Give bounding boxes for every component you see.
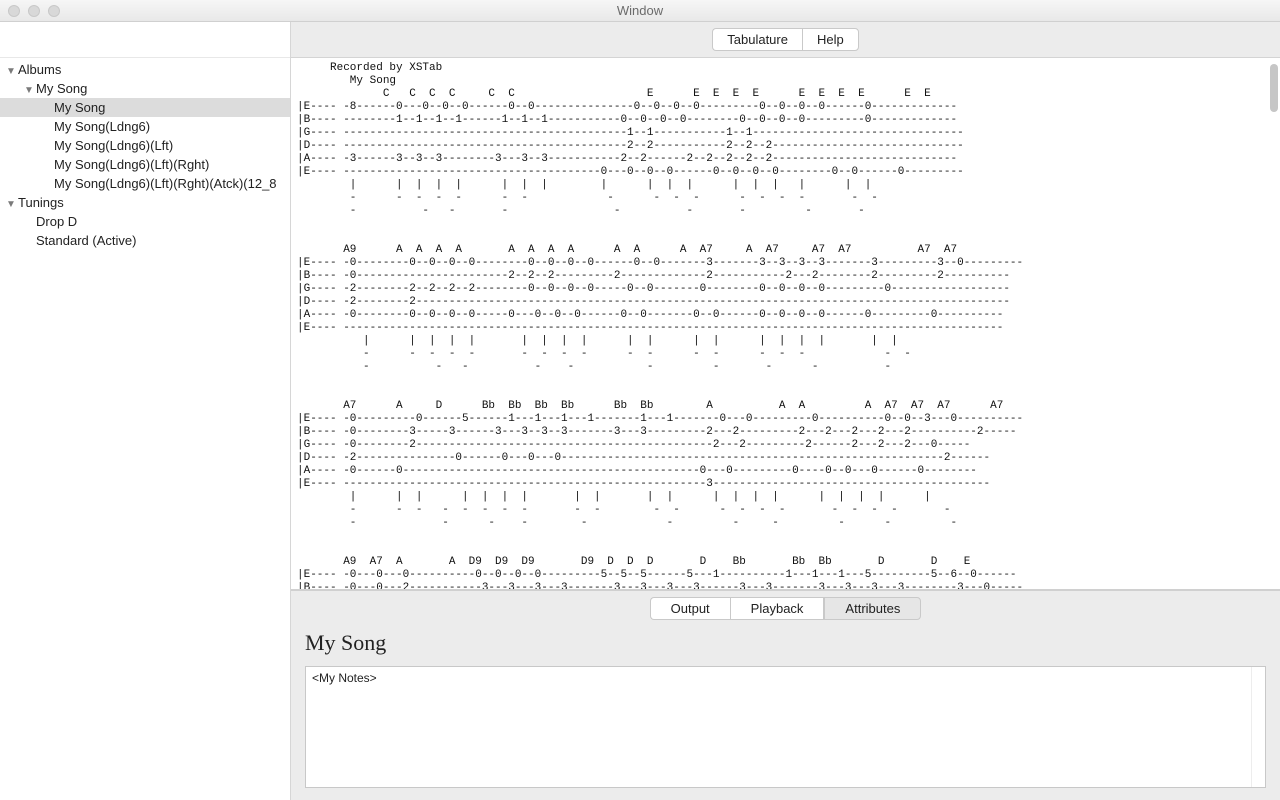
tree-row[interactable]: Drop D <box>0 212 290 231</box>
tree-row-label: My Song(Ldng6)(Lft)(Rght)(Atck)(12_8 <box>54 176 277 191</box>
window-title: Window <box>0 3 1280 18</box>
notes-text: <My Notes> <box>312 671 377 685</box>
tree-row-label: My Song(Ldng6)(Lft) <box>54 138 173 153</box>
tree-row[interactable]: My Song(Ldng6)(Lft) <box>0 136 290 155</box>
minimize-icon[interactable] <box>28 5 40 17</box>
tree-row[interactable]: My Song(Ldng6)(Lft)(Rght) <box>0 155 290 174</box>
tree-row-label: My Song(Ldng6)(Lft)(Rght) <box>54 157 209 172</box>
disclosure-triangle-icon[interactable]: ▼ <box>24 81 34 98</box>
tab-output[interactable]: Output <box>650 597 730 620</box>
song-title: My Song <box>305 630 1266 656</box>
tab-text: Recorded by XSTab My Song C C C C C C E … <box>291 58 1280 590</box>
bottom-panel: Output Playback Attributes My Song <My N… <box>291 590 1280 800</box>
bottom-segmented-control[interactable]: Output Playback Attributes <box>650 597 922 620</box>
disclosure-triangle-icon[interactable]: ▼ <box>6 195 16 212</box>
zoom-icon[interactable] <box>48 5 60 17</box>
tree-row-label: My Song <box>36 81 87 96</box>
source-list[interactable]: ▼Albums▼My Song My Song My Song(Ldng6) M… <box>0 58 290 250</box>
tree-row[interactable]: Standard (Active) <box>0 231 290 250</box>
scrollbar-thumb[interactable] <box>1270 64 1278 112</box>
tree-row-label: Standard (Active) <box>36 233 136 248</box>
tree-row[interactable]: My Song(Ldng6)(Lft)(Rght)(Atck)(12_8 <box>0 174 290 193</box>
top-segmented-control[interactable]: Tabulature Help <box>712 28 858 51</box>
tabulature-view[interactable]: Recorded by XSTab My Song C C C C C C E … <box>291 58 1280 590</box>
tab-playback[interactable]: Playback <box>730 597 825 620</box>
tree-row-label: Albums <box>18 62 61 77</box>
tab-help[interactable]: Help <box>802 28 859 51</box>
close-icon[interactable] <box>8 5 20 17</box>
main-panel: Tabulature Help Recorded by XSTab My Son… <box>291 22 1280 800</box>
notes-scrollbar[interactable] <box>1251 667 1265 787</box>
tree-row[interactable]: My Song <box>0 98 290 117</box>
tree-row[interactable]: My Song(Ldng6) <box>0 117 290 136</box>
tree-row[interactable]: ▼Tunings <box>0 193 290 212</box>
disclosure-triangle-icon[interactable]: ▼ <box>6 62 16 79</box>
tab-attributes[interactable]: Attributes <box>824 597 921 620</box>
window-controls <box>8 5 60 17</box>
top-toolbar: Tabulature Help <box>291 22 1280 58</box>
sidebar: ▼Albums▼My Song My Song My Song(Ldng6) M… <box>0 22 291 800</box>
titlebar: Window <box>0 0 1280 22</box>
tree-row-label: My Song(Ldng6) <box>54 119 150 134</box>
tree-row-label: Tunings <box>18 195 64 210</box>
tree-row[interactable]: ▼My Song <box>0 79 290 98</box>
tree-row-label: My Song <box>54 100 105 115</box>
tree-row-label: Drop D <box>36 214 77 229</box>
notes-textarea[interactable]: <My Notes> <box>305 666 1266 788</box>
tab-tabulature[interactable]: Tabulature <box>712 28 802 51</box>
tree-row[interactable]: ▼Albums <box>0 60 290 79</box>
